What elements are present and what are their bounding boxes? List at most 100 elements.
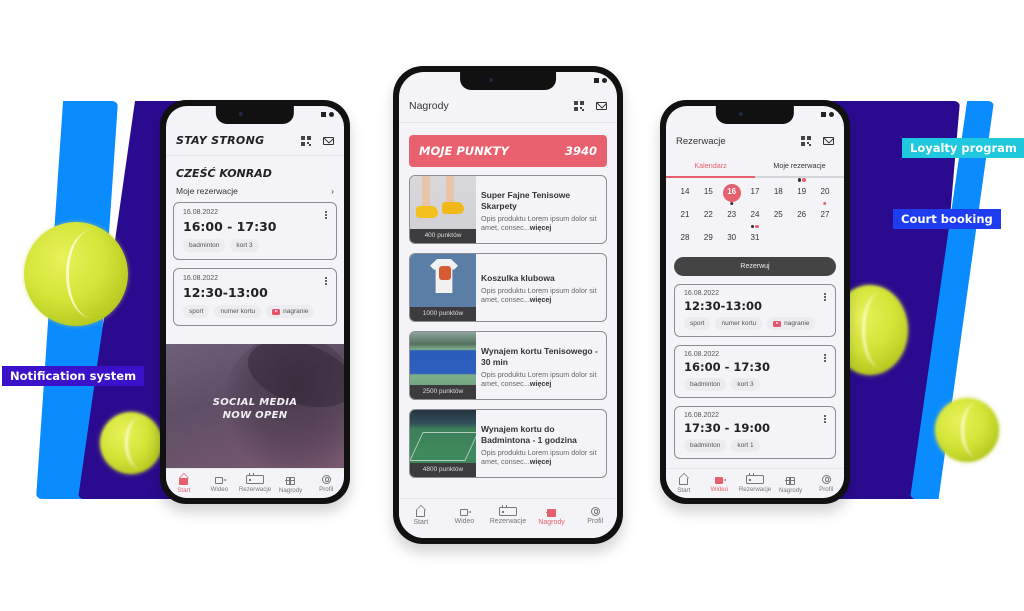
nav-profil[interactable]: Profil	[308, 475, 344, 493]
product-card[interactable]: 4800 punktów Wynajem kortu do Badmintona…	[409, 409, 607, 478]
nav-label: Start	[177, 487, 191, 494]
booking-tabs: Kalendarz Moje rezerwacje	[666, 156, 844, 178]
calendar-day[interactable]: 29	[697, 230, 719, 248]
more-options-icon[interactable]	[325, 211, 327, 213]
calendar-day[interactable]: 21	[674, 207, 696, 225]
loyalty-program-tag: Loyalty program	[902, 138, 1024, 158]
chip-label: nagranie	[784, 320, 810, 327]
calendar-day[interactable]: 16	[722, 184, 741, 205]
app-bar: Nagrody	[399, 89, 617, 123]
product-card[interactable]: 400 punktów Super Fajne Tenisowe Skarpet…	[409, 175, 607, 244]
nav-wideo[interactable]: Wideo	[443, 507, 487, 525]
more-options-icon[interactable]	[325, 277, 327, 279]
calendar-day[interactable]: 23	[721, 207, 743, 225]
phone-notch	[215, 106, 295, 124]
profile-icon	[590, 507, 600, 516]
chip: kort 1	[731, 439, 760, 452]
qr-code-icon[interactable]	[801, 136, 811, 146]
product-image: 4800 punktów	[410, 410, 476, 477]
nav-rezerwacje[interactable]: Rezerwacje	[737, 473, 773, 493]
more-options-icon[interactable]	[824, 293, 826, 295]
more-link[interactable]: więcej	[530, 379, 552, 388]
chip: badminton	[684, 378, 727, 391]
nav-nagrody[interactable]: Nagrody	[273, 475, 309, 494]
reservation-card[interactable]: 16.08.2022 12:30-13:00 sport numer kortu…	[674, 284, 836, 337]
social-media-promo-banner[interactable]: SOCIAL MEDIA NOW OPEN	[166, 344, 344, 468]
recording-chip[interactable]: nagranie	[767, 317, 816, 330]
app-bar: STAY STRONG	[166, 126, 344, 156]
calendar-day[interactable]: 20	[814, 184, 836, 205]
calendar-day[interactable]: 18	[767, 184, 789, 202]
nav-profil[interactable]: Profil	[808, 475, 844, 493]
calendar-day[interactable]: 17	[744, 184, 766, 202]
my-points-banner: MOJE PUNKTY 3940	[409, 135, 607, 167]
phone-booking: Rezerwacje Kalendarz Moje rezerwacje 14 1…	[660, 100, 850, 504]
reservation-card[interactable]: 16.08.2022 12:30-13:00 sport numer kortu…	[173, 268, 337, 326]
status-bar	[821, 112, 834, 117]
video-icon	[215, 477, 227, 484]
nav-label: Rezerwacje	[238, 486, 272, 493]
status-bar	[594, 78, 607, 83]
notification-system-tag: Notification system	[2, 366, 145, 386]
tab-kalendarz[interactable]: Kalendarz	[666, 156, 755, 178]
nav-nagrody[interactable]: Nagrody	[530, 507, 574, 526]
mail-icon[interactable]	[596, 101, 607, 110]
qr-code-icon[interactable]	[301, 135, 311, 146]
more-options-icon[interactable]	[824, 415, 826, 417]
nav-wideo[interactable]: Wideo	[202, 475, 238, 493]
nav-nagrody[interactable]: Nagrody	[773, 475, 809, 494]
calendar-day[interactable]: 14	[674, 184, 696, 202]
profile-icon	[821, 475, 831, 484]
nav-start[interactable]: Start	[166, 475, 202, 494]
nav-rezerwacje[interactable]: Rezerwacje	[237, 473, 273, 493]
calendar-day[interactable]: 26	[791, 207, 813, 225]
phone-notch	[715, 106, 795, 124]
recording-chip[interactable]: nagranie	[266, 305, 315, 318]
product-points: 400 punktów	[410, 229, 476, 243]
calendar-day[interactable]: 15	[697, 184, 719, 202]
reservation-date: 16.08.2022	[183, 275, 219, 282]
nav-start[interactable]: Start	[399, 507, 443, 526]
bottom-nav: Start Wideo Rezerwacje Nagrody Profil	[399, 498, 617, 538]
reservation-card[interactable]: 16.08.2022 16:00 - 17:30 badminton kort …	[674, 345, 836, 398]
product-points: 4800 punktów	[410, 463, 476, 477]
nav-wideo[interactable]: Wideo	[702, 475, 738, 493]
calendar-day[interactable]: 27	[814, 207, 836, 225]
more-link[interactable]: więcej	[530, 295, 552, 304]
nav-label: Wideo	[454, 518, 475, 525]
chip: kort 3	[230, 239, 259, 252]
calendar-day[interactable]: 24	[744, 207, 766, 228]
event-dots	[750, 224, 759, 228]
product-card[interactable]: 1000 punktów Koszulka klubowa Opis produ…	[409, 253, 607, 322]
my-reservations-link[interactable]: Moje rezerwacje ›	[166, 186, 344, 202]
calendar-day[interactable]: 28	[674, 230, 696, 248]
nav-label: Start	[677, 487, 691, 494]
reservation-date: 16.08.2022	[684, 351, 720, 358]
book-button[interactable]: Rezerwuj	[674, 257, 836, 276]
calendar-day[interactable]: 19	[791, 178, 813, 202]
calendar-day[interactable]: 25	[767, 207, 789, 225]
nav-rezerwacje[interactable]: Rezerwacje	[486, 505, 530, 525]
reservation-card[interactable]: 16.08.2022 16:00 - 17:30 badminton kort …	[173, 202, 337, 260]
qr-code-icon[interactable]	[574, 100, 584, 111]
court-booking-tag: Court booking	[893, 209, 1001, 229]
calendar-day[interactable]: 31	[744, 230, 766, 248]
calendar-day[interactable]: 30	[721, 230, 743, 248]
phone-rewards: Nagrody MOJE PUNKTY 3940 400 punktów Sup…	[393, 66, 623, 544]
mail-icon[interactable]	[823, 137, 834, 145]
calendar-icon	[745, 473, 764, 484]
page-title: Nagrody	[409, 99, 449, 112]
nav-start[interactable]: Start	[666, 475, 702, 494]
more-link[interactable]: więcej	[530, 223, 552, 232]
mail-icon[interactable]	[323, 136, 334, 145]
more-options-icon[interactable]	[824, 354, 826, 356]
chip: numer kortu	[715, 317, 763, 330]
product-card[interactable]: 2500 punktów Wynajem kortu Tenisowego - …	[409, 331, 607, 400]
bottom-nav: Start Wideo Rezerwacje Nagrody Profil	[666, 468, 844, 498]
product-name: Super Fajne Tenisowe Skarpety	[481, 189, 571, 211]
calendar-day[interactable]: 22	[697, 207, 719, 225]
more-link[interactable]: więcej	[530, 457, 552, 466]
reservation-card[interactable]: 16.08.2022 17:30 - 19:00 badminton kort …	[674, 406, 836, 459]
nav-profil[interactable]: Profil	[573, 507, 617, 525]
tab-moje-rezerwacje[interactable]: Moje rezerwacje	[755, 156, 844, 176]
